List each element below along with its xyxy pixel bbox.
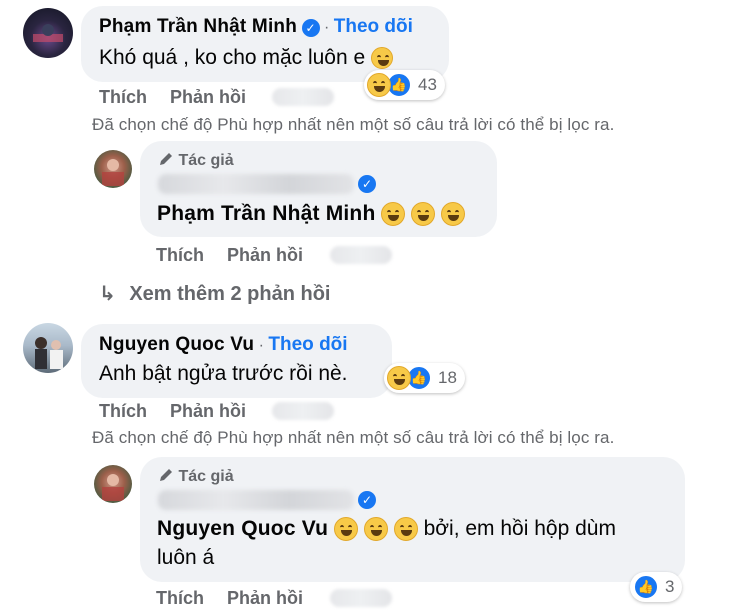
follow-button[interactable]: Theo dõi [334,16,413,37]
comment-actions: Thích Phản hồi [99,87,264,108]
reply-button[interactable]: Phản hồi [227,245,303,265]
avatar[interactable] [23,323,73,373]
reply-author-name[interactable] [158,174,354,194]
comment-author[interactable]: Phạm Trần Nhật Minh [99,16,297,37]
grin-emoji-icon [393,517,418,542]
reaction-count: 3 [665,577,675,596]
reply-actions: Thích Phản hồi [156,588,321,609]
reply-button[interactable]: Phản hồi [170,401,246,421]
reply-button[interactable]: Phản hồi [170,87,246,107]
pencil-icon [160,153,172,165]
reaction-summary[interactable]: 👍 18 [384,363,465,393]
verified-badge-icon: ✓ [358,175,376,193]
comment-actions: Thích Phản hồi [99,401,264,422]
avatar-image [102,159,124,186]
reply-text-row: Phạm Trần Nhật Minh [157,202,466,227]
hug-emoji-icon [371,47,394,70]
author-tag-label: Tác giả [178,152,234,169]
avatar[interactable] [23,8,73,58]
filter-note: Đã chọn chế độ Phù hợp nhất nên một số c… [92,115,615,134]
verified-badge-icon: ✓ [358,491,376,509]
author-tag: Tác giả [158,467,234,486]
haha-emoji-icon [387,366,411,390]
reaction-count: 43 [418,75,437,94]
reply-button[interactable]: Phản hồi [227,588,303,608]
view-more-replies-label: Xem thêm 2 phản hồi [129,283,331,305]
reply-arrow-icon: ↳ [99,283,116,305]
like-icon: 👍 [633,574,659,600]
verified-badge-icon: ✓ [301,18,320,37]
timestamp[interactable] [272,402,334,420]
reaction-count: 18 [438,368,457,387]
like-button[interactable]: Thích [99,401,147,421]
avatar-image [35,337,63,369]
comment-text-row: Khó quá , ko cho mặc luôn e [99,46,394,70]
avatar-image [102,474,124,501]
follow-button[interactable]: Theo dõi [268,334,347,355]
like-button[interactable]: Thích [99,87,147,107]
grin-emoji-icon [334,517,359,542]
reply-text: bởi, em hồi hộp dùm [423,517,616,540]
reply-text-continued: luôn á [157,546,215,569]
avatar[interactable] [94,465,132,503]
reaction-summary[interactable]: 👍 43 [364,70,445,100]
comment-text: Khó quá , ko cho mặc luôn e [99,46,366,69]
author-tag: Tác giả [158,151,234,170]
haha-emoji-icon [441,202,466,227]
timestamp[interactable] [272,88,334,106]
avatar[interactable] [94,150,132,188]
haha-emoji-icon [411,202,436,227]
timestamp[interactable] [330,589,392,607]
reply-author-name[interactable] [158,490,354,510]
mention-tag[interactable]: Nguyen Quoc Vu [157,517,328,540]
filter-note: Đã chọn chế độ Phù hợp nhất nên một số c… [92,428,615,447]
comment-header: Nguyen Quoc Vu · Theo dõi [99,334,348,356]
separator-dot: · [323,19,330,36]
grin-emoji-icon [363,517,388,542]
like-button[interactable]: Thích [156,588,204,608]
separator-dot: · [258,337,264,354]
haha-emoji-icon [381,202,406,227]
reaction-summary[interactable]: 👍 3 [630,572,683,602]
like-button[interactable]: Thích [156,245,204,265]
timestamp[interactable] [330,246,392,264]
author-tag-label: Tác giả [178,468,234,485]
mention-tag[interactable]: Phạm Trần Nhật Minh [157,202,376,225]
comment-author[interactable]: Nguyen Quoc Vu [99,334,254,355]
haha-emoji-icon [367,73,391,97]
comment-text: Anh bật ngửa trước rồi nè. [99,362,348,385]
view-more-replies[interactable]: ↳ Xem thêm 2 phản hồi [99,281,330,306]
pencil-icon [160,469,172,481]
reply-actions: Thích Phản hồi [156,245,321,266]
avatar-image [33,24,63,42]
comment-header: Phạm Trần Nhật Minh ✓ · Theo dõi [99,16,413,38]
reply-text-row: Nguyen Quoc Vu bởi, em hồi hộp dùm [157,517,616,542]
